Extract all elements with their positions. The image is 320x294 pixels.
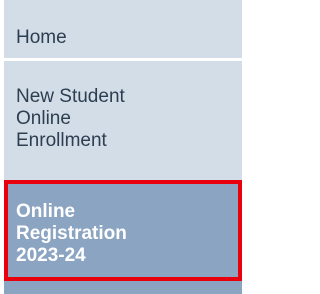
- nav-item-label-line: Registration: [16, 223, 127, 244]
- nav-item-label-line: Enrollment: [16, 130, 107, 151]
- nav-item-label-line: Online: [16, 201, 76, 222]
- nav-item-new-student-online-enrollment[interactable]: New Student Online Enrollment: [4, 61, 242, 182]
- nav-item-label-line: 2023-24: [16, 245, 86, 266]
- nav-item-label: Home: [16, 27, 67, 48]
- side-navigation: Home New Student Online Enrollment Onlin…: [4, 0, 242, 294]
- nav-item-label-line: New Student: [16, 86, 125, 107]
- nav-item-home[interactable]: Home: [4, 0, 242, 60]
- nav-item-label-line: Online: [16, 108, 71, 129]
- nav-item-online-registration[interactable]: Online Registration 2023-24: [4, 182, 242, 294]
